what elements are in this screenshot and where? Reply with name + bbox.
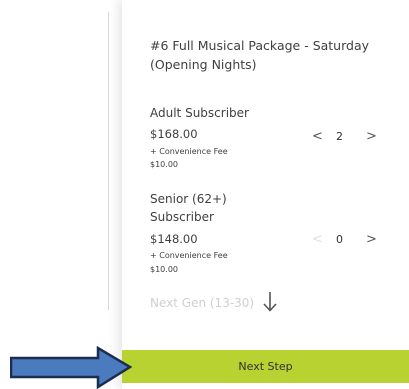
- decrement-adult-button[interactable]: <: [312, 129, 323, 144]
- decrement-senior-button[interactable]: <: [312, 232, 323, 247]
- ticket-price-adult: $168.00: [150, 127, 198, 141]
- quantity-adult: 2: [336, 130, 343, 143]
- ticket-fee-label-adult: + Convenience Fee: [150, 147, 228, 156]
- ticket-fee-label-senior: + Convenience Fee: [150, 251, 228, 260]
- arrow-right-icon: [10, 346, 132, 389]
- quantity-stepper-adult: < 2 >: [308, 129, 388, 147]
- increment-adult-button[interactable]: >: [366, 129, 377, 144]
- quantity-senior: 0: [336, 233, 343, 246]
- next-step-button[interactable]: Next Step: [122, 350, 409, 383]
- increment-senior-button[interactable]: >: [366, 232, 377, 247]
- ticket-name-nextgen: Next Gen (13-30): [150, 296, 255, 310]
- quantity-stepper-senior: < 0 >: [308, 232, 388, 250]
- ticket-name-adult: Adult Subscriber: [150, 106, 249, 120]
- ticket-fee-amount-senior: $10.00: [150, 265, 178, 274]
- package-title: #6 Full Musical Package - Saturday (Open…: [150, 38, 370, 72]
- left-column-divider: [108, 12, 109, 310]
- arrow-down-icon[interactable]: [262, 291, 278, 313]
- ticket-fee-amount-adult: $10.00: [150, 160, 178, 169]
- ticket-selection-panel: #6 Full Musical Package - Saturday (Open…: [122, 0, 409, 389]
- ticket-price-senior: $148.00: [150, 232, 198, 246]
- ticket-name-senior: Senior (62+) Subscriber: [150, 192, 227, 224]
